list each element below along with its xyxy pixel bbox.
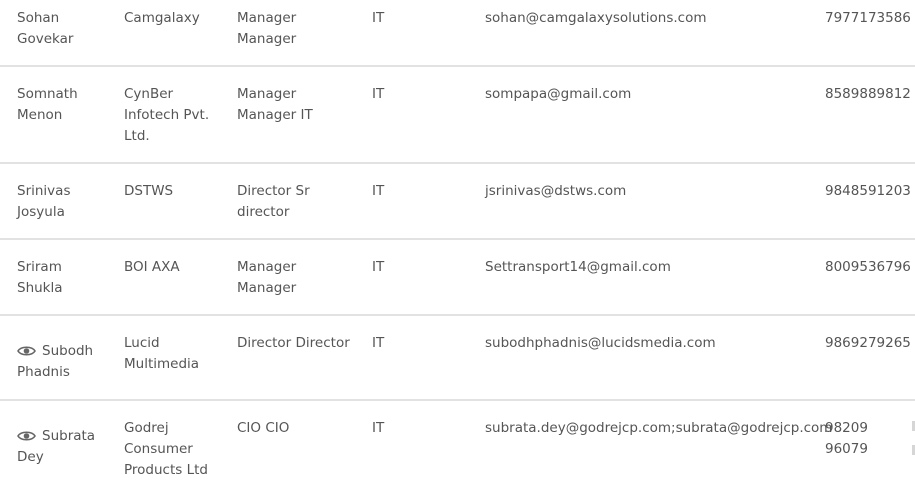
- phone-line: 8009536796: [825, 259, 911, 275]
- name-first: Srinivas: [17, 183, 71, 199]
- eye-icon: [17, 345, 36, 357]
- name-cell: Subodh Phadnis: [17, 341, 112, 383]
- phone-line: 96079: [825, 441, 868, 457]
- company-cell: CynBer Infotech Pvt. Ltd.: [124, 84, 229, 147]
- department-cell: IT: [372, 420, 385, 436]
- designation-line: Manager: [237, 10, 297, 26]
- phone-cell: 8009536796: [825, 257, 915, 278]
- name-last: Shukla: [17, 280, 63, 296]
- designation-line: Manager: [237, 86, 297, 102]
- department-cell: IT: [372, 259, 385, 275]
- company-line: Camgalaxy: [124, 10, 200, 26]
- email-cell: Settransport14@gmail.com: [485, 259, 671, 275]
- designation-line: Manager: [237, 280, 297, 296]
- company-cell: DSTWS: [124, 181, 229, 202]
- designation-cell: Manager Manager: [237, 8, 362, 50]
- phone-line: 8589889812: [825, 86, 911, 102]
- department-cell: IT: [372, 183, 385, 199]
- name-first: Sriram: [17, 259, 62, 275]
- name-first: Sohan: [17, 10, 60, 26]
- email-cell: sompapa@gmail.com: [485, 86, 632, 102]
- email-cell: jsrinivas@dstws.com: [485, 183, 627, 199]
- phone-cell: 98209 96079: [825, 418, 915, 460]
- company-line: Ltd.: [124, 128, 150, 144]
- name-last: Phadnis: [17, 364, 70, 380]
- company-line: Multimedia: [124, 356, 200, 372]
- company-line: CynBer: [124, 86, 174, 102]
- phone-line: 98209: [825, 420, 868, 436]
- company-line: Godrej: [124, 420, 169, 436]
- table-row[interactable]: Subodh Phadnis Lucid Multimedia Director…: [0, 316, 915, 401]
- table-row[interactable]: Srinivas Josyula DSTWS Director Sr direc…: [0, 164, 915, 240]
- company-cell: Camgalaxy: [124, 8, 229, 29]
- department-cell: IT: [372, 10, 385, 26]
- name-cell: Somnath Menon: [17, 84, 112, 126]
- phone-cell: 8589889812: [825, 84, 915, 105]
- company-line: DSTWS: [124, 183, 174, 199]
- phone-cell: 7977173586: [825, 8, 915, 29]
- phone-line: 7977173586: [825, 10, 911, 26]
- email-cell: subodhphadnis@lucidsmedia.com: [485, 335, 716, 351]
- email-cell: subrata.dey@godrejcp.com;subrata@godrejc…: [485, 420, 833, 436]
- name-cell: Sriram Shukla: [17, 257, 112, 299]
- name-last: Josyula: [17, 204, 65, 220]
- name-cell: Sohan Govekar: [17, 8, 112, 50]
- company-line: Products Ltd: [124, 462, 208, 478]
- department-cell: IT: [372, 86, 385, 102]
- designation-line: Manager IT: [237, 107, 313, 123]
- name-first: Subodh: [42, 343, 94, 359]
- eye-icon: [17, 430, 36, 442]
- phone-line: 9869279265: [825, 335, 911, 351]
- name-first: Subrata: [42, 428, 96, 444]
- company-line: Consumer: [124, 441, 193, 457]
- name-last: Govekar: [17, 31, 74, 47]
- name-last: Menon: [17, 107, 63, 123]
- phone-line: 9848591203: [825, 183, 911, 199]
- designation-line: director: [237, 204, 290, 220]
- designation-line: CIO CIO: [237, 420, 290, 436]
- designation-cell: Director Director: [237, 333, 362, 354]
- company-line: Infotech Pvt.: [124, 107, 210, 123]
- designation-line: Director Director: [237, 335, 350, 351]
- table-row[interactable]: Sohan Govekar Camgalaxy Manager Manager …: [0, 0, 915, 67]
- table-row[interactable]: Sriram Shukla BOI AXA Manager Manager IT…: [0, 240, 915, 316]
- designation-cell: CIO CIO: [237, 418, 362, 439]
- company-cell: Godrej Consumer Products Ltd: [124, 418, 229, 481]
- designation-line: Director Sr: [237, 183, 310, 199]
- department-cell: IT: [372, 335, 385, 351]
- designation-cell: Manager Manager: [237, 257, 362, 299]
- phone-cell: 9848591203: [825, 181, 915, 202]
- email-cell: sohan@camgalaxysolutions.com: [485, 10, 707, 26]
- name-last: Dey: [17, 449, 44, 465]
- table-row[interactable]: Somnath Menon CynBer Infotech Pvt. Ltd. …: [0, 67, 915, 164]
- contacts-table: Sohan Govekar Camgalaxy Manager Manager …: [0, 0, 915, 488]
- table-row[interactable]: Subrata Dey Godrej Consumer Products Ltd…: [0, 401, 915, 488]
- designation-cell: Director Sr director: [237, 181, 362, 223]
- company-line: BOI AXA: [124, 259, 180, 275]
- name-cell: Srinivas Josyula: [17, 181, 112, 223]
- designation-line: Manager: [237, 31, 297, 47]
- phone-cell: 9869279265: [825, 333, 915, 354]
- company-line: Lucid: [124, 335, 160, 351]
- name-cell: Subrata Dey: [17, 426, 112, 468]
- designation-cell: Manager Manager IT: [237, 84, 362, 126]
- name-first: Somnath: [17, 86, 78, 102]
- company-cell: BOI AXA: [124, 257, 229, 278]
- designation-line: Manager: [237, 259, 297, 275]
- company-cell: Lucid Multimedia: [124, 333, 229, 375]
